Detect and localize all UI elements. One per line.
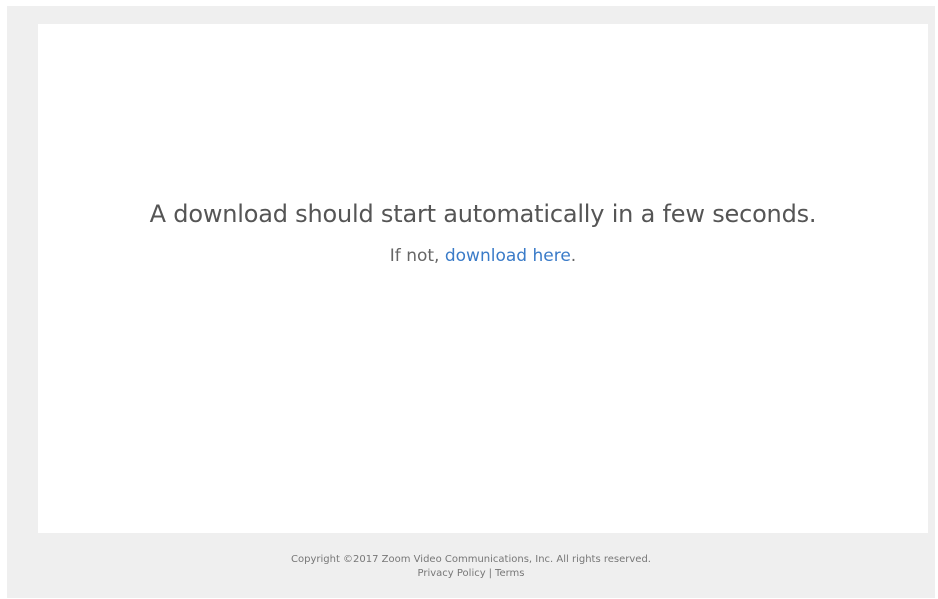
footer: Copyright ©2017 Zoom Video Communication…	[7, 553, 935, 581]
footer-links: Privacy Policy | Terms	[7, 567, 935, 581]
footer-separator: |	[488, 568, 493, 579]
download-headline: A download should start automatically in…	[149, 200, 817, 228]
copyright-text: Copyright ©2017 Zoom Video Communication…	[291, 554, 651, 565]
fallback-prefix: If not,	[389, 246, 445, 266]
terms-link[interactable]: Terms	[495, 568, 524, 579]
privacy-policy-link[interactable]: Privacy Policy	[418, 568, 486, 579]
content-card: A download should start automatically in…	[38, 24, 928, 533]
download-here-link[interactable]: download here	[445, 246, 571, 266]
fallback-suffix: .	[570, 246, 577, 266]
page-frame: A download should start automatically in…	[7, 6, 935, 598]
download-fallback-text: If not, download here.	[38, 246, 928, 266]
